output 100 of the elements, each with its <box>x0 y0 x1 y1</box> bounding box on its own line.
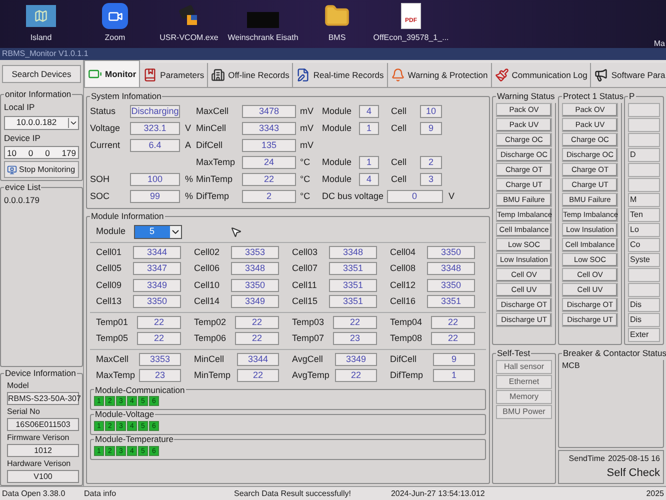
status-indicator: Exter <box>628 328 660 342</box>
map-icon[interactable] <box>26 5 56 27</box>
statistic-field: 22 <box>335 369 377 382</box>
status-indicator <box>628 162 660 177</box>
field-label: Cell07 <box>292 262 319 275</box>
tab[interactable]: Parameters <box>140 63 208 87</box>
bell-icon <box>390 68 405 82</box>
device-list-item[interactable]: 0.0.0.179 <box>4 194 79 207</box>
folder-icon[interactable] <box>324 3 350 29</box>
field-label: Module <box>322 156 353 169</box>
temperature-field: 23 <box>333 332 377 346</box>
desktop-icon-label[interactable]: Weinschrank Eisath <box>228 32 298 44</box>
value-field: 135 <box>242 139 296 152</box>
field-label: MaxCell <box>96 352 130 366</box>
group-title: Self-Test <box>496 346 532 360</box>
value-field: Discharging <box>130 105 180 118</box>
tab[interactable]: Warning & Protection <box>388 63 492 87</box>
group-title: System Infomation <box>90 90 162 103</box>
book-icon <box>143 68 158 82</box>
tab[interactable]: Monitor <box>84 60 140 87</box>
field-label: Module <box>96 225 126 238</box>
status-text: 2025 <box>646 488 665 500</box>
local-ip-dropdown[interactable]: 10.0.0.182 <box>4 116 79 130</box>
field-label: Cell <box>391 105 408 118</box>
cell-voltage-field: 3353 <box>231 246 279 259</box>
field-label: Cell <box>391 122 408 135</box>
value-field: 3 <box>420 173 442 186</box>
field-label: AvgCell <box>292 352 324 366</box>
value-field: 4 <box>359 173 379 186</box>
value-field: 22 <box>242 173 296 186</box>
cell-voltage-field: 3350 <box>133 295 181 308</box>
field-label: Cell04 <box>390 246 417 258</box>
value-field: 4 <box>359 105 379 118</box>
statistic-field: 23 <box>139 369 181 382</box>
desktop-icon-label[interactable]: Zoom <box>104 32 126 44</box>
statistic-field: 22 <box>237 369 279 382</box>
field-label: DifCell <box>390 352 418 366</box>
battery-icon <box>88 67 102 81</box>
status-indicator <box>628 178 660 192</box>
cell-voltage-field: 3350 <box>427 246 475 259</box>
status-indicator: Lo <box>628 222 660 237</box>
field-label: Cell08 <box>390 262 417 275</box>
group-title: Breaker & Contactor Status <box>562 346 666 360</box>
status-indicator: Syste <box>628 252 660 267</box>
field-label: Cell09 <box>96 278 123 292</box>
tab[interactable]: Software Para <box>591 63 666 87</box>
temperature-field: 22 <box>235 332 279 346</box>
unit-label: A <box>185 139 192 152</box>
value-field: 3478 <box>242 105 296 118</box>
tab[interactable]: Real-time Records <box>293 63 388 87</box>
tab[interactable]: Communication Log <box>492 63 592 87</box>
field-label: DifTemp <box>390 369 424 382</box>
desktop-icon-label[interactable]: BMS <box>328 32 346 44</box>
unit-label: °C <box>300 156 310 169</box>
field-label: Temp08 <box>390 332 424 345</box>
desktop-icon-label[interactable]: Ma <box>654 38 666 50</box>
status-indicator: Dis <box>628 312 660 327</box>
desktop-icon-label[interactable]: USR-VCOM.exe <box>160 32 218 44</box>
search-devices-button[interactable]: Search Devices <box>2 65 81 83</box>
group-title: Protect 1 Status <box>562 90 624 103</box>
ip-address-field[interactable]: 10 0 0 179 <box>4 146 79 160</box>
field-label: DC bus voltage <box>322 190 384 203</box>
cell-voltage-field: 3351 <box>427 295 475 308</box>
statistic-field: 3353 <box>139 352 181 366</box>
field-label: MaxTemp <box>96 369 136 382</box>
field-label: Temp07 <box>292 332 326 345</box>
statistic-field: 1 <box>433 369 475 382</box>
unit-label: mV <box>300 105 314 118</box>
image-thumbnail[interactable] <box>247 12 279 28</box>
dropdown-arrow-icon[interactable] <box>68 118 78 128</box>
send-time-label: SendTime <box>568 452 605 464</box>
field-label: Model <box>7 380 30 392</box>
value-field: 10 <box>420 105 442 118</box>
value-field: 100 <box>130 173 180 186</box>
info-value-field: 16S06E011503 <box>7 418 79 431</box>
field-label: Temp02 <box>194 316 228 329</box>
stop-monitoring-button[interactable]: Stop Monitoring <box>4 161 79 178</box>
status-indicator <box>628 118 660 132</box>
module-dropdown[interactable]: 5 <box>134 225 182 239</box>
mouse-cursor-icon <box>230 226 242 238</box>
desktop-icon-label[interactable]: Island <box>30 32 52 44</box>
desktop-icon-label[interactable]: OffEcon_39578_1_... <box>373 32 449 44</box>
field-label: AvgTemp <box>292 369 330 382</box>
field-label: Hardware Verison <box>7 458 72 470</box>
status-indicator <box>628 282 660 297</box>
field-label: Firmware Verison <box>7 432 70 444</box>
unit-label: °C <box>300 190 310 203</box>
document-edit-icon <box>296 68 310 82</box>
group-title: Module Information <box>90 210 165 222</box>
cell-voltage-field: 3351 <box>329 278 377 292</box>
value-field: 1 <box>359 156 379 170</box>
statistic-field: 3344 <box>237 352 279 366</box>
field-label: Temp04 <box>390 316 424 329</box>
value-field: 6.4 <box>130 139 180 152</box>
info-value-field: RBMS-S23-50A-307 <box>7 392 79 405</box>
cell-voltage-field: 3348 <box>427 262 475 276</box>
tab[interactable]: Off-line Records <box>208 63 294 87</box>
video-camera-icon[interactable] <box>102 3 128 29</box>
field-label: Cell11 <box>292 278 318 292</box>
self-check-button[interactable]: Self Check <box>606 464 660 481</box>
